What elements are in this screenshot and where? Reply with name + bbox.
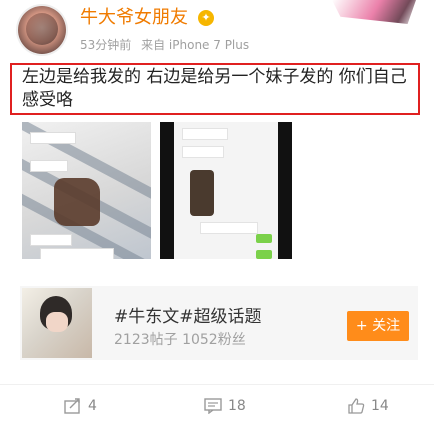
divider [0,384,434,385]
post-image-2[interactable] [160,122,292,259]
repost-button[interactable]: 4 [64,398,97,420]
like-button[interactable]: 14 [347,398,389,420]
comment-button[interactable]: 18 [204,398,246,420]
like-count: 14 [371,398,389,414]
post-text: 左边是给我发的 右边是给另一个妹子发的 你们自己感受咯 [22,67,407,110]
like-icon [348,398,365,414]
post-time: 53分钟前 [80,38,132,52]
topic-stats: 2123帖子 1052粉丝 [114,332,246,348]
topic-title[interactable]: #牛东文#超级话题 [114,302,262,327]
vip-icon: ✦ [198,10,214,26]
username[interactable]: 牛大爷女朋友 [80,7,188,29]
repost-count: 4 [88,398,97,414]
repost-icon [64,398,80,414]
avatar[interactable] [18,6,66,54]
comment-count: 18 [228,398,246,414]
post-image-1[interactable] [22,122,151,259]
post-source: 来自 iPhone 7 Plus [141,38,250,52]
post-meta: 53分钟前 来自 iPhone 7 Plus [80,36,255,53]
decorative-banner [332,0,416,24]
comment-icon [204,398,222,415]
follow-button[interactable]: + 关注 [347,311,409,341]
topic-thumbnail[interactable] [22,288,92,358]
